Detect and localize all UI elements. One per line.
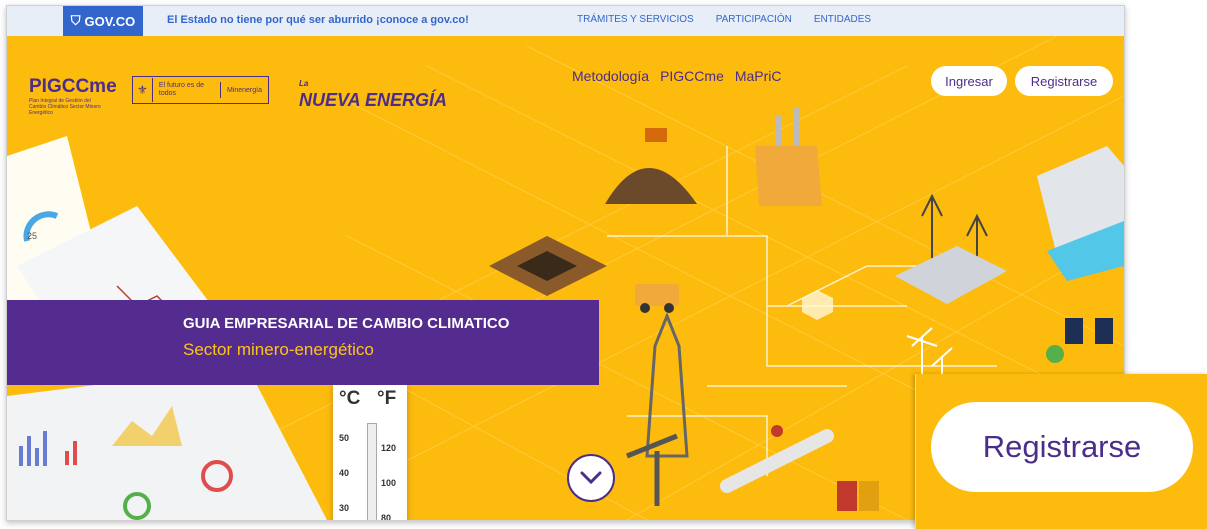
scroll-down-button[interactable] [567, 454, 615, 502]
shield-icon: ⛉ [70, 13, 81, 28]
thermometer-illustration: °C °F 50 40 30 120 100 80 [333, 383, 407, 520]
hexagon [802, 290, 833, 320]
chart-label: 25 [27, 231, 38, 241]
nav-pigccme[interactable]: PIGCCme [660, 68, 724, 84]
hero-banner: GUIA EMPRESARIAL DE CAMBIO CLIMATICO Sec… [7, 300, 599, 385]
main-nav: Metodología PIGCCme MaPriC [572, 68, 782, 84]
celsius-label: °C [339, 388, 361, 409]
gov-link-entidades[interactable]: ENTIDADES [814, 14, 871, 25]
nueva-energia-logo: La NUEVA ENERGÍA [299, 79, 448, 110]
gov-bar: ⛉ GOV.CO El Estado no tiene por qué ser … [7, 6, 1124, 36]
coat-of-arms-icon: ⚜ [133, 78, 153, 102]
fahrenheit-label: °F [377, 388, 397, 409]
login-button[interactable]: Ingresar [931, 66, 1007, 96]
nav-metodologia[interactable]: Metodología [572, 68, 649, 84]
gobierno-logo: ⚜ El futuro es de todos Minenergía [132, 76, 269, 104]
chevron-down-icon [580, 471, 602, 485]
gov-logo-text: GOV.CO [84, 13, 136, 29]
register-button[interactable]: Registrarse [1015, 66, 1113, 96]
gov-logo[interactable]: ⛉ GOV.CO [63, 6, 143, 36]
hero-subtitle: Sector minero-energético [183, 340, 374, 359]
nav-mapric[interactable]: MaPriC [735, 68, 782, 84]
gov-links: TRÁMITES Y SERVICIOS PARTICIPACIÓN ENTID… [577, 14, 871, 25]
gov-link-participacion[interactable]: PARTICIPACIÓN [716, 14, 792, 25]
register-button-zoomed[interactable]: Registrarse [931, 402, 1193, 492]
gov-message[interactable]: El Estado no tiene por qué ser aburrido … [167, 14, 469, 26]
pigccme-logo[interactable]: PIGCCme Plan Integral de Gestión del Cam… [29, 76, 117, 116]
zoom-callout: Registrarse [915, 374, 1207, 529]
gov-link-tramites[interactable]: TRÁMITES Y SERVICIOS [577, 14, 694, 25]
hero-title: GUIA EMPRESARIAL DE CAMBIO CLIMATICO [183, 315, 510, 332]
